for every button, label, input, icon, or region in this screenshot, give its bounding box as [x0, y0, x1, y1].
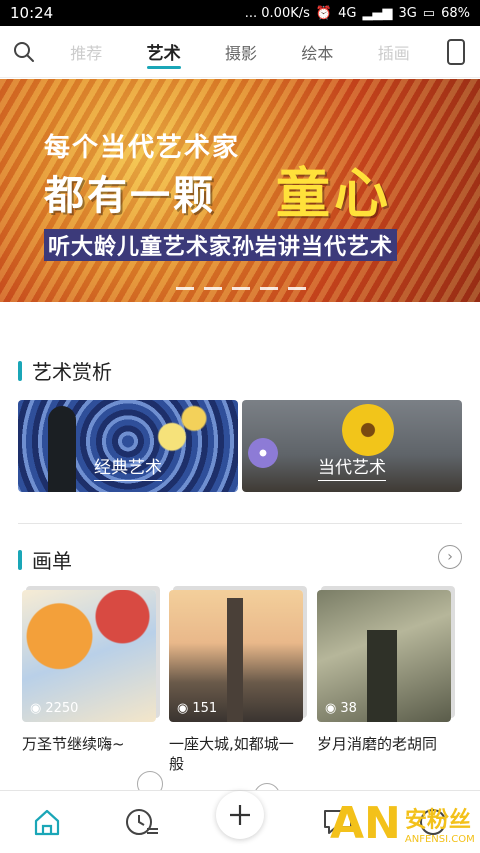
plus-icon	[229, 805, 250, 825]
banner-line2-highlight: 童心	[276, 162, 392, 225]
network-3g: 3G	[398, 5, 417, 21]
watermark-en: ANFENSI.COM	[404, 834, 475, 845]
eye-icon: ◉	[177, 701, 189, 716]
album-card[interactable]: ◉ 2250 万圣节继续嗨~	[22, 590, 156, 754]
watermark-zh: 安粉丝	[404, 808, 471, 833]
eye-icon: ◉	[325, 701, 337, 716]
album-title: 岁月消磨的老胡同	[317, 735, 438, 753]
view-count-value: 151	[192, 701, 218, 716]
history-icon	[125, 809, 158, 835]
banner-page-indicator	[204, 287, 222, 290]
eye-icon: ◉	[30, 701, 42, 716]
category-tabs: 推荐 艺术 摄影 绘本 插画	[48, 26, 432, 77]
banner-line1: 每个当代艺术家	[44, 133, 241, 163]
tab-photography[interactable]: 摄影	[225, 26, 257, 77]
section-accent-bar	[18, 549, 22, 570]
more-albums-button[interactable]: ›	[438, 545, 462, 569]
banner-page-indicator	[288, 287, 306, 290]
section-divider	[18, 523, 462, 524]
banner-line2: 都有一颗	[44, 173, 216, 219]
album-thumbnail: ◉ 2250	[22, 590, 156, 722]
album-title: 万圣节继续嗨~	[22, 735, 125, 753]
nav-history[interactable]	[122, 802, 162, 842]
status-time: 10:24	[10, 4, 54, 22]
status-indicators: ... 0.00K/s ⏰ 4G ▂▄▆ 3G ▭ 68%	[245, 6, 470, 21]
album-thumbnail: ◉ 38	[317, 590, 451, 722]
cypress-tree	[48, 406, 76, 492]
search-button[interactable]	[0, 41, 48, 63]
network-4g: 4G	[338, 5, 357, 21]
banner-page-indicator	[232, 287, 250, 290]
view-count: ◉ 151	[177, 701, 217, 716]
classic-art-card[interactable]: 经典艺术	[18, 400, 238, 492]
chevron-right-icon: ›	[447, 549, 453, 565]
tab-art[interactable]: 艺术	[147, 26, 181, 77]
banner-page-indicator	[176, 287, 194, 290]
view-count-value: 38	[340, 701, 357, 716]
battery-percent: 68%	[441, 5, 470, 21]
battery-icon: ▭	[422, 5, 436, 21]
contemporary-art-label: 当代艺术	[318, 458, 386, 481]
watermark-brand: AN	[330, 798, 401, 849]
alarm-icon: ⏰	[315, 5, 333, 21]
tab-illustration[interactable]: 插画	[378, 26, 410, 77]
top-bar: 推荐 艺术 摄影 绘本 插画	[0, 26, 480, 78]
classic-art-label: 经典艺术	[94, 458, 162, 481]
album-card[interactable]: ◉ 38 岁月消磨的老胡同	[317, 590, 451, 754]
album-card[interactable]: ◉ 151 一座大城,如都城一般	[169, 590, 303, 774]
view-count-value: 2250	[45, 701, 79, 716]
sunflower-image	[342, 404, 394, 456]
banner-line3: 听大龄儿童艺术家孙岩讲当代艺术	[44, 229, 398, 261]
skyscraper-image	[227, 598, 243, 722]
search-icon	[14, 41, 34, 62]
art-section-header: 艺术赏析	[18, 356, 112, 385]
album-thumbnail: ◉ 151	[169, 590, 303, 722]
status-bar: 10:24 ... 0.00K/s ⏰ 4G ▂▄▆ 3G ▭ 68%	[0, 0, 480, 26]
banner-page-indicator	[260, 287, 278, 290]
view-count: ◉ 2250	[30, 701, 78, 716]
album-section-header: 画单	[18, 545, 72, 574]
contemporary-art-card[interactable]: 当代艺术	[242, 400, 462, 492]
album-title: 一座大城,如都城一般	[169, 735, 294, 773]
album-section-title: 画单	[32, 549, 72, 573]
section-accent-bar	[18, 360, 22, 381]
home-icon	[35, 809, 60, 836]
art-section-title: 艺术赏析	[32, 360, 112, 384]
create-button[interactable]	[215, 791, 264, 839]
phone-icon	[447, 38, 465, 65]
hutong-door-image	[367, 630, 397, 722]
device-button[interactable]	[432, 38, 480, 65]
nav-home[interactable]	[27, 802, 67, 842]
site-watermark: AN 安粉丝 ANFENSI.COM	[330, 798, 475, 849]
banner[interactable]: 每个当代艺术家 都有一颗 童心 听大龄儿童艺术家孙岩讲当代艺术	[0, 79, 480, 302]
tab-recommend[interactable]: 推荐	[70, 26, 102, 77]
network-speed: ... 0.00K/s	[244, 5, 310, 21]
tab-picture-book[interactable]: 绘本	[301, 26, 333, 77]
view-count: ◉ 38	[325, 701, 357, 716]
signal-icon: ▂▄▆	[362, 5, 393, 21]
